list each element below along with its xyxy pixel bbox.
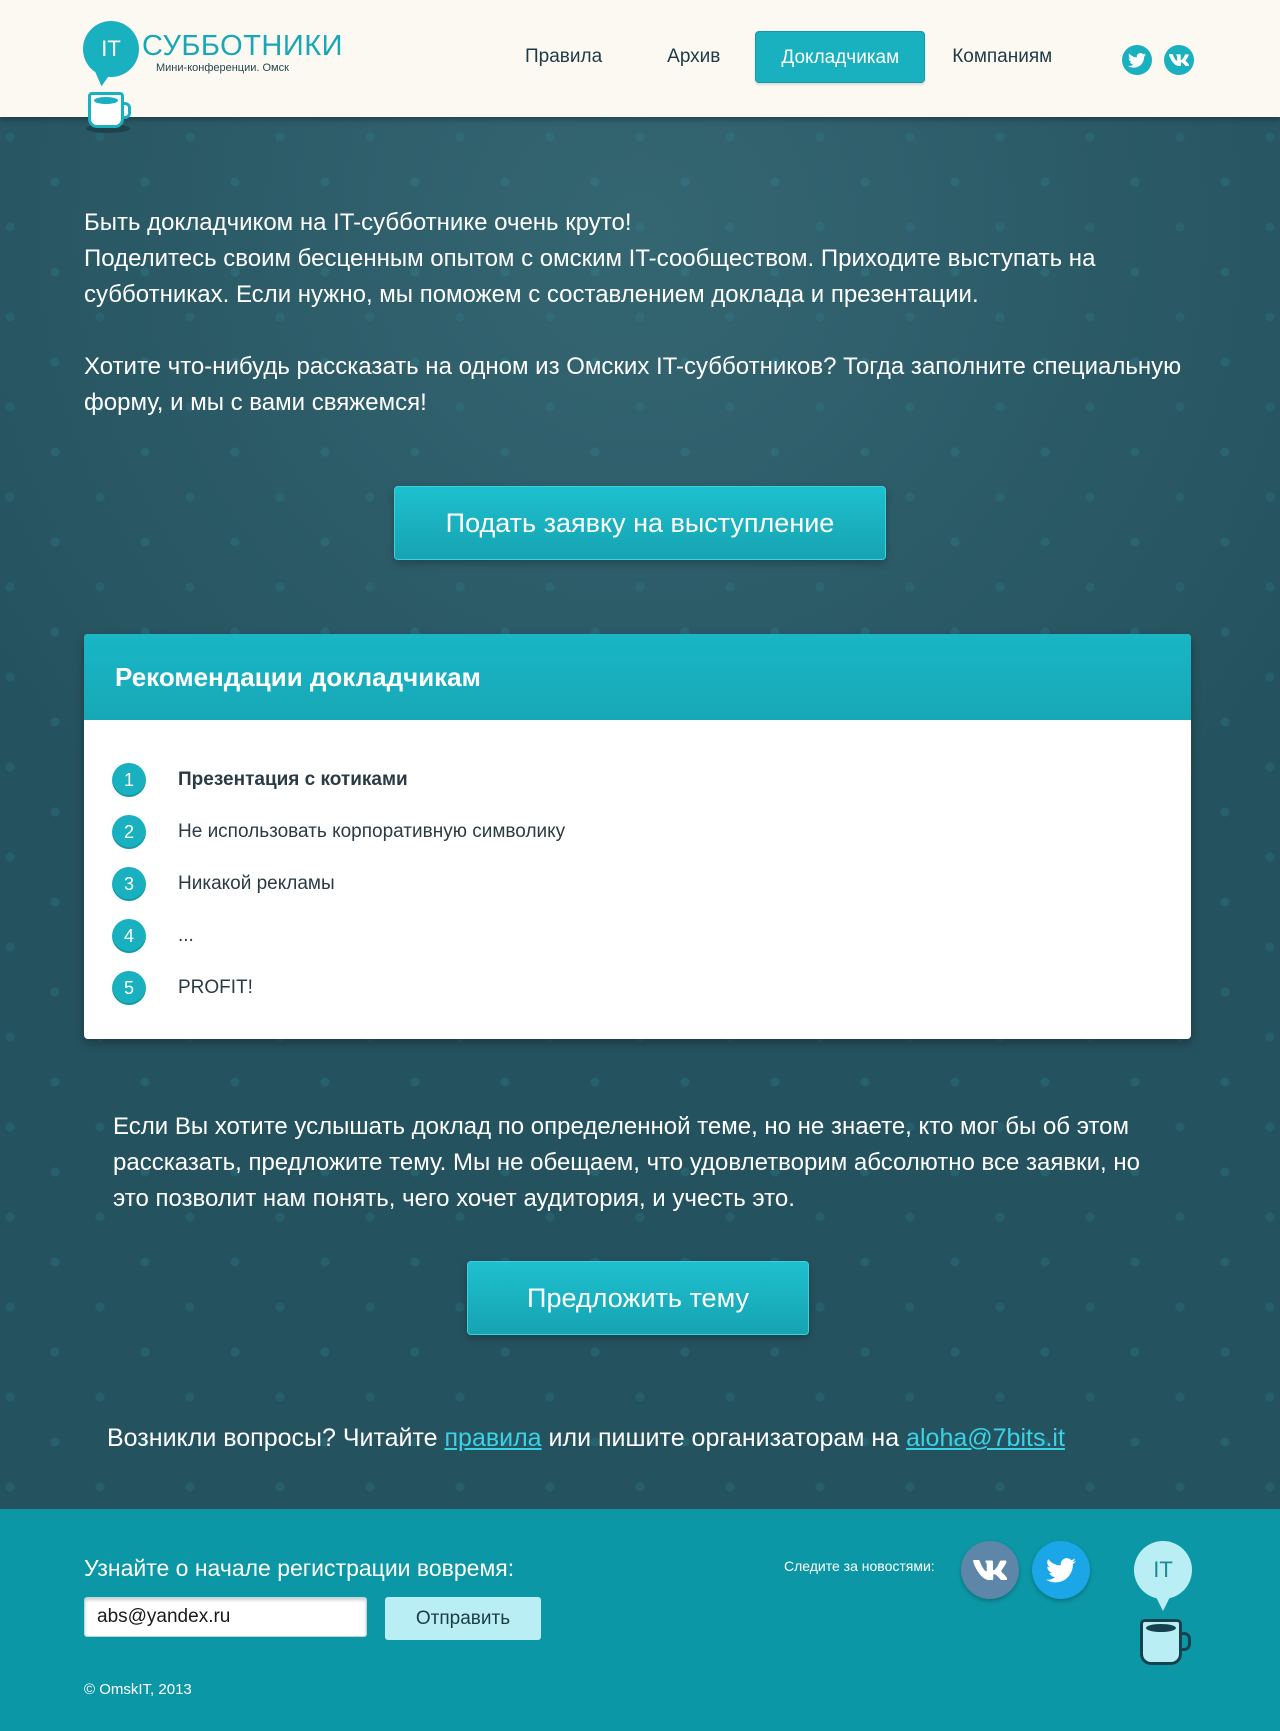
copyright: © OmskIT, 2013	[84, 1681, 192, 1698]
logo-title: СУББОТНИКИ	[142, 30, 343, 62]
site-footer: Узнайте о начале регистрации вовремя: От…	[0, 1509, 1280, 1731]
number-badge: 1	[112, 763, 146, 797]
mug-icon	[88, 92, 131, 128]
twitter-icon[interactable]	[1032, 1541, 1090, 1599]
site-header: IT СУББОТНИКИ Мини-конференции. Омск Пра…	[0, 0, 1280, 133]
intro-paragraph-1: Быть докладчиком на IT-субботнике очень …	[84, 209, 1096, 308]
rules-link[interactable]: правила	[445, 1424, 542, 1452]
email-link[interactable]: aloha@7bits.it	[906, 1424, 1065, 1452]
nav-item-speakers[interactable]: Докладчикам	[755, 31, 926, 83]
intro-paragraph-2: Хотите что-нибудь рассказать на одном из…	[84, 353, 1182, 416]
questions-line: Возникли вопросы? Читайте правила или пи…	[107, 1424, 1065, 1453]
recommendations-list: 1 Презентация с котиками 2 Не использова…	[84, 720, 1191, 1014]
vk-icon[interactable]	[961, 1541, 1019, 1599]
footer-logo: IT	[1134, 1541, 1204, 1681]
list-item: 1 Презентация с котиками	[112, 754, 1191, 806]
send-button[interactable]: Отправить	[385, 1597, 541, 1640]
number-badge: 3	[112, 867, 146, 901]
suggest-topic-button[interactable]: Предложить тему	[467, 1261, 809, 1335]
nav-item-rules[interactable]: Правила	[500, 31, 627, 83]
follow-news-label: Следите за новостями:	[784, 1558, 935, 1574]
main-nav: Правила Архив Докладчикам Компаниям	[500, 31, 1077, 83]
recommendations-card: Рекомендации докладчикам 1 Презентация с…	[84, 634, 1191, 1039]
twitter-icon[interactable]	[1122, 45, 1152, 75]
email-field[interactable]	[84, 1597, 367, 1637]
number-badge: 4	[112, 919, 146, 953]
footer-speech-bubble: IT	[1134, 1541, 1192, 1611]
subscribe-label: Узнайте о начале регистрации вовремя:	[84, 1555, 515, 1581]
nav-item-companies[interactable]: Компаниям	[927, 31, 1077, 83]
intro-text: Быть докладчиком на IT-субботнике очень …	[84, 205, 1184, 457]
suggest-topic-text: Если Вы хотите услышать доклад по опреде…	[113, 1113, 1140, 1212]
logo-speech-bubble: IT	[83, 21, 139, 77]
nav-item-archive[interactable]: Архив	[642, 31, 745, 83]
main-content: Быть докладчиком на IT-субботнике очень …	[0, 117, 1280, 1509]
site-logo[interactable]: IT СУББОТНИКИ Мини-конференции. Омск	[80, 18, 342, 143]
apply-talk-button[interactable]: Подать заявку на выступление	[394, 486, 886, 560]
list-item: 3 Никакой рекламы	[112, 858, 1191, 910]
list-item: 5 PROFIT!	[112, 962, 1191, 1014]
logo-subtitle: Мини-конференции. Омск	[156, 62, 289, 74]
list-item-text: PROFIT!	[178, 977, 253, 998]
questions-middle: или пишите организаторам на	[541, 1424, 907, 1452]
list-item-text: Не использовать корпоративную символику	[178, 821, 566, 842]
list-item-text: Презентация с котиками	[178, 769, 408, 790]
number-badge: 2	[112, 815, 146, 849]
vk-icon[interactable]	[1164, 45, 1194, 75]
list-item: 2 Не использовать корпоративную символик…	[112, 806, 1191, 858]
list-item: 4 ...	[112, 910, 1191, 962]
number-badge: 5	[112, 971, 146, 1005]
list-item-text: ...	[178, 925, 194, 946]
questions-prefix: Возникли вопросы? Читайте	[107, 1424, 445, 1452]
header-social-links	[1122, 45, 1194, 75]
mug-icon	[1140, 1619, 1191, 1665]
recommendations-title: Рекомендации докладчикам	[84, 634, 1191, 720]
list-item-text: Никакой рекламы	[178, 873, 335, 894]
